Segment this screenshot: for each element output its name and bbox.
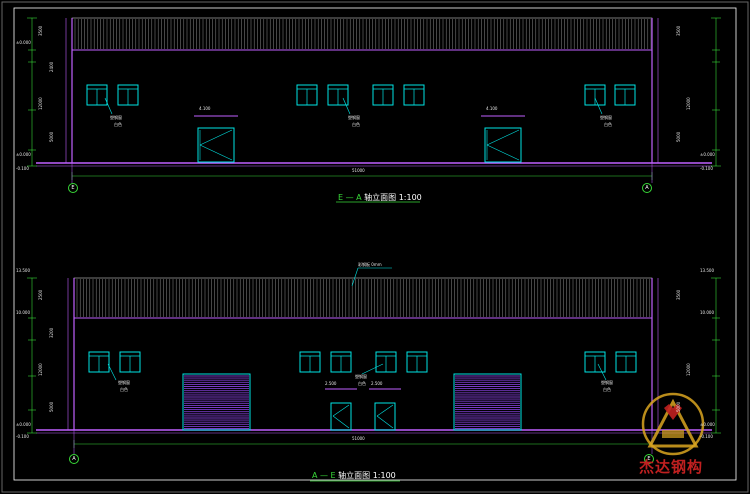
upper-window-note2-3: 白色 [604, 122, 612, 127]
lower-door-lintel-right: 2.500 [371, 381, 383, 386]
lower-window-note-1: 塑钢窗 [118, 380, 130, 385]
lower-roof-note: 彩钢板 0mm [358, 262, 382, 267]
lower-door-2-swing [376, 404, 394, 417]
upper-roof-band [71, 17, 653, 51]
upper-window-leader-2 [342, 97, 351, 115]
upper-vdim-left-4: 5000 [49, 131, 54, 142]
lower-window-note-3: 塑钢窗 [601, 380, 613, 385]
lower-title-axes: A — E [312, 471, 336, 480]
lower-elev-bot-left-2: -0.100 [16, 434, 29, 439]
upper-vdim-right-1: 3500 [676, 25, 681, 36]
upper-door-2-swing [486, 144, 520, 161]
upper-vdim-left-3: 12000 [38, 97, 43, 110]
lower-total-dim: 51000 [352, 436, 365, 441]
upper-vdim-right-2: 12000 [686, 97, 691, 110]
upper-axis-right: A [642, 183, 652, 193]
lower-window-note-2: 塑钢窗 [355, 374, 367, 379]
lower-elev-mid-left: 10.000 [16, 310, 30, 315]
lower-elevation [27, 267, 721, 482]
upper-window-leader-3 [594, 97, 603, 115]
upper-window-leader-1 [104, 97, 113, 115]
upper-door-lintel-right: 4.100 [486, 106, 498, 111]
upper-total-dim: 51000 [352, 168, 365, 173]
lower-vdim-right-3: 5000 [676, 401, 681, 412]
upper-elev-bot-left-1: ±0.000 [16, 152, 31, 157]
lower-title-scale: 1:100 [372, 471, 396, 480]
upper-window-note-3: 塑钢窗 [600, 115, 612, 120]
lower-elev-top-left: 13.500 [16, 268, 30, 273]
lower-door-1-swing [332, 404, 350, 417]
elevation-drawing [1, 1, 749, 493]
upper-elev-top-left: ±0.000 [16, 40, 31, 45]
upper-window-note2-1: 白色 [114, 122, 122, 127]
upper-title: E — A 轴立面图 1:100 [338, 192, 422, 203]
lower-elev-bot-right-1: ±0.000 [700, 422, 715, 427]
lower-title: A — E 轴立面图 1:100 [312, 470, 396, 481]
upper-window-note2-2: 白色 [352, 122, 360, 127]
upper-door-1-swing [199, 129, 233, 146]
upper-vdim-left-2: 2400 [49, 61, 54, 72]
lower-window-note2-3: 白色 [603, 387, 611, 392]
cad-viewport: E — A 轴立面图 1:100 E A 51000 4.100 4.100 塑… [0, 0, 750, 494]
upper-door-2 [484, 127, 522, 163]
upper-window-note-2: 塑钢窗 [348, 115, 360, 120]
upper-door-1 [197, 127, 235, 163]
watermark-text: 杰达钢构 [639, 458, 704, 476]
upper-elev-bot-right-2: -0.100 [700, 166, 713, 171]
logo-bar [662, 430, 684, 438]
lower-vdim-right-1: 3500 [676, 289, 681, 300]
lower-vdim-left-2: 3200 [49, 327, 54, 338]
lower-vdim-left-4: 5000 [49, 401, 54, 412]
lower-elev-bot-left-1: ±0.000 [16, 422, 31, 427]
upper-elevation [27, 17, 721, 203]
lower-window-note2-2: 白色 [358, 381, 366, 386]
upper-vdim-left-1: 3500 [38, 25, 43, 36]
lower-door-lintel-left: 2.500 [325, 381, 337, 386]
lower-window-note2-1: 白色 [120, 387, 128, 392]
upper-elev-bot-left-2: -0.100 [16, 166, 29, 171]
lower-vdim-left-3: 12000 [38, 363, 43, 376]
lower-elev-bot-right-2: -0.100 [700, 434, 713, 439]
lower-door-2-swing [376, 415, 394, 429]
upper-door-2-swing [486, 129, 520, 146]
lower-axis-left: A [69, 454, 79, 464]
lower-roof-leader [351, 267, 359, 287]
upper-window-note-1: 塑钢窗 [110, 115, 122, 120]
lower-door-1-swing [332, 415, 350, 429]
lower-roof-band [73, 277, 653, 319]
upper-vdim-right-3: 5000 [676, 131, 681, 142]
lower-title-text: 轴立面图 [338, 471, 371, 480]
upper-title-text: 轴立面图 [364, 193, 397, 202]
upper-door-lintel-left: 4.100 [199, 106, 211, 111]
upper-door-1-swing [199, 144, 233, 161]
lower-vdim-left-1: 2500 [38, 289, 43, 300]
lower-elev-top-right: 13.500 [700, 268, 714, 273]
upper-elev-bot-right-1: ±0.000 [700, 152, 715, 157]
upper-axis-left: E [68, 183, 78, 193]
lower-elev-mid-right: 10.000 [700, 310, 714, 315]
upper-title-axes: E — A [338, 193, 362, 202]
lower-vdim-right-2: 12000 [686, 363, 691, 376]
upper-title-scale: 1:100 [398, 193, 422, 202]
